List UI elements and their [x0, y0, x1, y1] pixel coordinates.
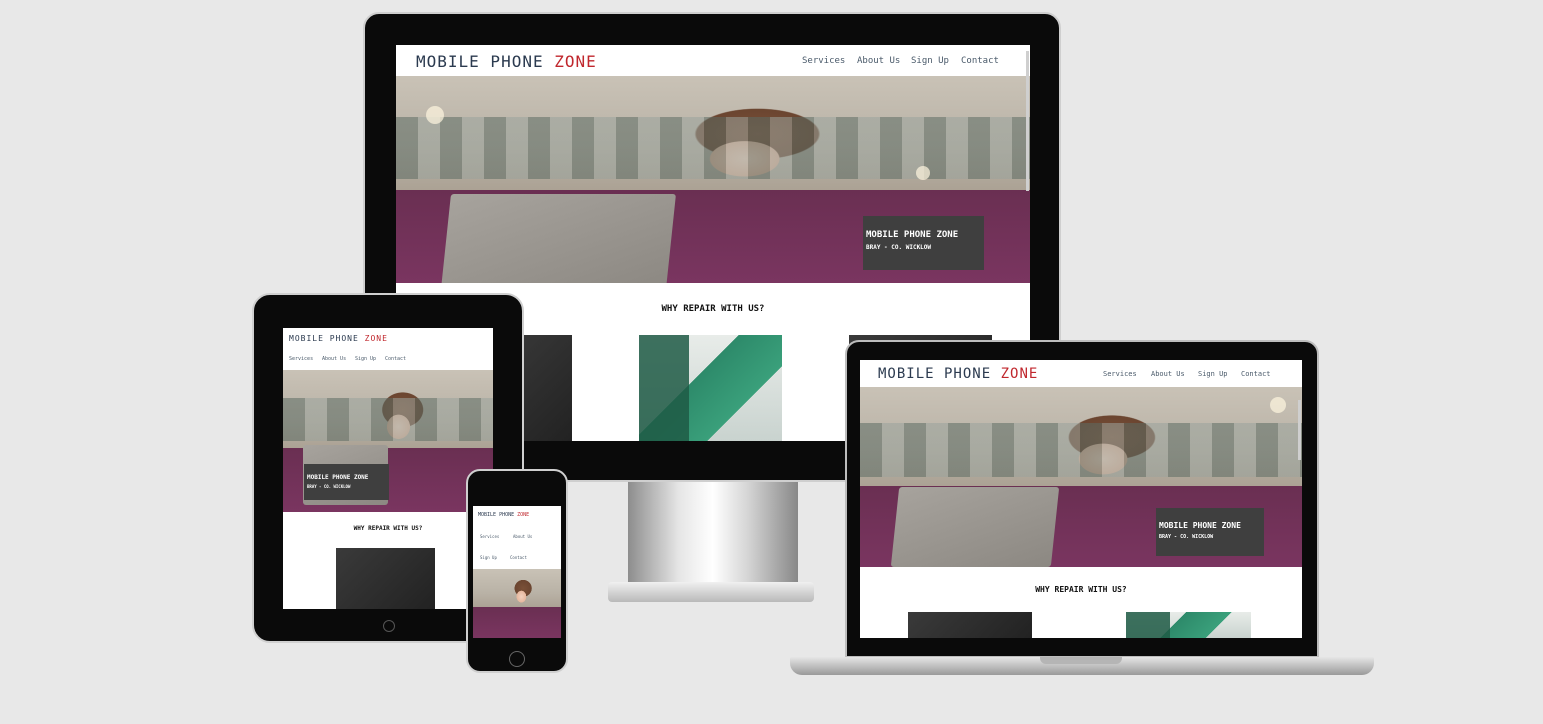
nav-contact[interactable]: Contact — [1241, 370, 1271, 378]
logo-text: MOBILE PHONE — [878, 366, 992, 382]
hero-title: MOBILE PHONE ZONE — [866, 230, 959, 240]
nav-about-us[interactable]: About Us — [1151, 370, 1185, 378]
why-heading: WHY REPAIR WITH US? — [353, 525, 423, 532]
laptop-screen: MOBILE PHONE ZONE Services About Us Sign… — [860, 360, 1302, 638]
scrollbar[interactable] — [1298, 400, 1301, 460]
nav-about-us[interactable]: About Us — [513, 534, 532, 539]
nav-services[interactable]: Services — [802, 56, 845, 66]
hero-title: MOBILE PHONE ZONE — [307, 474, 369, 481]
hero-subtitle: BRAY - CO. WICKLOW — [866, 244, 932, 251]
nav-sign-up[interactable]: Sign Up — [911, 56, 949, 66]
hero-title: MOBILE PHONE ZONE — [1159, 521, 1241, 530]
logo-text: MOBILE PHONE — [289, 334, 359, 343]
nav-services[interactable]: Services — [289, 356, 313, 362]
hero-badge: MOBILE PHONE ZONE BRAY - CO. WICKLOW — [1156, 508, 1264, 556]
site-logo[interactable]: MOBILE PHONE ZONE — [416, 52, 597, 71]
nav-sign-up[interactable]: Sign Up — [480, 555, 497, 560]
phone-home-button — [509, 651, 525, 667]
logo-accent: ZONE — [364, 334, 388, 343]
phone-screen: MOBILE PHONE ZONE Services About Us Sign… — [473, 506, 561, 638]
tablet-logo[interactable]: MOBILE PHONE ZONE — [289, 334, 388, 343]
scrollbar[interactable] — [1026, 51, 1029, 191]
phone-hero — [473, 569, 561, 638]
monitor-stand-neck — [628, 480, 798, 585]
card-image-phone — [908, 612, 1032, 638]
card-image-circuit — [639, 335, 782, 441]
hero-subtitle: BRAY - CO. WICKLOW — [307, 484, 351, 489]
nav-services[interactable]: Services — [480, 534, 499, 539]
hero-badge: MOBILE PHONE ZONE BRAY - CO. WICKLOW — [304, 464, 389, 500]
nav-contact[interactable]: Contact — [961, 56, 999, 66]
laptop-logo[interactable]: MOBILE PHONE ZONE — [878, 366, 1038, 382]
monitor-stand-base — [608, 582, 814, 602]
hero-image: MOBILE PHONE ZONE BRAY - CO. WICKLOW — [396, 76, 1030, 283]
site-header: MOBILE PHONE ZONE Services About Us Sign… — [396, 45, 1030, 76]
card-image-circuit — [1126, 612, 1251, 638]
logo-accent: ZONE — [554, 52, 597, 71]
logo-accent: ZONE — [517, 512, 530, 518]
tablet-screen: MOBILE PHONE ZONE Services About Us Sign… — [283, 328, 493, 609]
hero-subtitle: BRAY - CO. WICKLOW — [1159, 534, 1214, 540]
logo-text: MOBILE PHONE — [478, 512, 515, 518]
laptop-notch — [1040, 657, 1122, 664]
laptop-hero: MOBILE PHONE ZONE BRAY - CO. WICKLOW — [860, 387, 1302, 567]
tablet-home-button — [383, 620, 395, 632]
nav-contact[interactable]: Contact — [510, 555, 527, 560]
nav-about-us[interactable]: About Us — [857, 56, 900, 66]
nav-services[interactable]: Services — [1103, 370, 1137, 378]
why-heading: WHY REPAIR WITH US? — [1035, 585, 1127, 594]
nav-about-us[interactable]: About Us — [322, 356, 346, 362]
phone-logo[interactable]: MOBILE PHONE ZONE — [478, 512, 529, 518]
logo-accent: ZONE — [1000, 366, 1039, 382]
card-image-phone — [336, 548, 435, 609]
logo-text: MOBILE PHONE — [416, 52, 544, 71]
nav-sign-up[interactable]: Sign Up — [355, 356, 376, 362]
nav-contact[interactable]: Contact — [385, 356, 406, 362]
tablet-hero: MOBILE PHONE ZONE BRAY - CO. WICKLOW — [283, 370, 493, 512]
hero-badge: MOBILE PHONE ZONE BRAY - CO. WICKLOW — [863, 216, 984, 270]
nav-sign-up[interactable]: Sign Up — [1198, 370, 1228, 378]
